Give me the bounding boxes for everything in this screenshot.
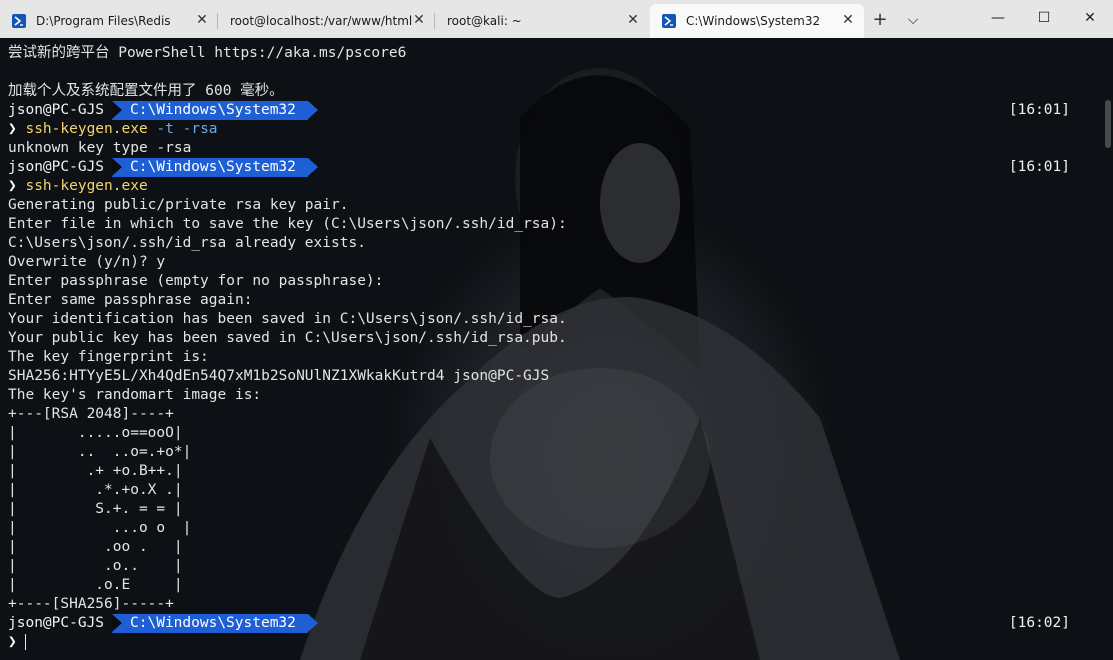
command-name: ssh-keygen.exe	[25, 178, 148, 194]
tab-system32[interactable]: C:\Windows\System32 ✕	[650, 4, 864, 38]
command-line: ❯ ssh-keygen.exe -t -rsa	[8, 120, 1088, 139]
banner-line: 尝试新的跨平台 PowerShell https://aka.ms/pscore…	[8, 45, 407, 61]
randomart-line: | .oo . |	[8, 539, 183, 555]
powershell-icon	[12, 14, 26, 28]
randomart-line: | .....o==ooO|	[8, 425, 183, 441]
output-line: Your public key has been saved in C:\Use…	[8, 330, 567, 346]
output-line: Your identification has been saved in C:…	[8, 311, 567, 327]
output-line: Enter same passphrase again:	[8, 292, 253, 308]
prompt-user: json@PC-GJS	[8, 159, 105, 175]
maximize-button[interactable]: ☐	[1021, 0, 1067, 36]
prompt-line: json@PC-GJS C:\Windows\System32 [16:02]	[8, 614, 1088, 633]
tab-title: root@localhost:/var/www/html	[230, 14, 413, 28]
tab-title: root@kali: ~	[447, 14, 522, 28]
prompt-line: json@PC-GJS C:\Windows\System32 [16:01]	[8, 101, 1088, 120]
prompt-user: json@PC-GJS	[8, 615, 105, 631]
terminal-output: 尝试新的跨平台 PowerShell https://aka.ms/pscore…	[8, 44, 1088, 652]
output-line: The key's randomart image is:	[8, 387, 262, 403]
tab-dropdown-icon[interactable]: ⌵	[899, 6, 927, 34]
randomart-line: | ...o o |	[8, 520, 192, 536]
scrollbar-thumb[interactable]	[1105, 100, 1111, 148]
randomart-line: +---[RSA 2048]----+	[8, 406, 174, 422]
window-close-button[interactable]: ✕	[1067, 0, 1113, 36]
tab-kali[interactable]: root@kali: ~ ✕	[435, 4, 649, 38]
powershell-icon	[662, 14, 676, 28]
tab-redis[interactable]: D:\Program Files\Redis ✕	[0, 4, 218, 38]
output-line: The key fingerprint is:	[8, 349, 209, 365]
title-bar: D:\Program Files\Redis ✕ root@localhost:…	[0, 0, 1113, 39]
randomart-line: | .o.. |	[8, 558, 183, 574]
prompt-user: json@PC-GJS	[8, 102, 105, 118]
command-name: ssh-keygen.exe	[25, 121, 148, 137]
output-line: C:\Users\json/.ssh/id_rsa already exists…	[8, 235, 366, 251]
output-line: Generating public/private rsa key pair.	[8, 197, 349, 213]
close-tab-icon[interactable]: ✕	[840, 12, 856, 28]
command-line: ❯ ssh-keygen.exe	[8, 177, 1088, 196]
fingerprint-line: SHA256:HTYyE5L/Xh4QdEn54Q7xM1b2SoNUlNZ1X…	[8, 368, 550, 384]
profile-load-line: 加载个人及系统配置文件用了 600 毫秒。	[8, 83, 284, 99]
randomart-line: | S.+. = = |	[8, 501, 183, 517]
randomart-line: | .+ +o.B++.|	[8, 463, 183, 479]
randomart-line: | .o.E |	[8, 577, 183, 593]
prompt-path: C:\Windows\System32	[112, 101, 318, 120]
new-tab-button[interactable]: +	[866, 6, 894, 34]
prompt-chevron: ❯	[8, 634, 17, 650]
prompt-chevron: ❯	[8, 178, 17, 194]
prompt-line: json@PC-GJS C:\Windows\System32 [16:01]	[8, 158, 1088, 177]
command-args: -t -rsa	[156, 121, 218, 137]
minimize-button[interactable]: —	[975, 0, 1021, 36]
prompt-chevron: ❯	[8, 121, 17, 137]
close-tab-icon[interactable]: ✕	[194, 12, 210, 28]
output-line: unknown key type -rsa	[8, 140, 192, 156]
output-line: Enter passphrase (empty for no passphras…	[8, 273, 384, 289]
randomart-line: | .. ..o=.+o*|	[8, 444, 192, 460]
prompt-time: [16:01]	[1008, 159, 1070, 175]
tab-title: C:\Windows\System32	[686, 14, 821, 28]
text-cursor	[24, 634, 26, 650]
randomart-line: | .*.+o.X .|	[8, 482, 183, 498]
close-tab-icon[interactable]: ✕	[625, 12, 641, 28]
prompt-time: [16:02]	[1008, 615, 1070, 631]
tab-title: D:\Program Files\Redis	[36, 14, 171, 28]
prompt-time: [16:01]	[1008, 102, 1070, 118]
tab-localhost[interactable]: root@localhost:/var/www/html ✕	[218, 4, 435, 38]
prompt-path: C:\Windows\System32	[112, 158, 318, 177]
prompt-path: C:\Windows\System32	[112, 614, 318, 633]
input-line[interactable]: ❯	[8, 633, 1088, 652]
terminal-pane[interactable]: 尝试新的跨平台 PowerShell https://aka.ms/pscore…	[0, 38, 1113, 660]
randomart-line: +----[SHA256]-----+	[8, 596, 174, 612]
output-line: Enter file in which to save the key (C:\…	[8, 216, 567, 232]
close-tab-icon[interactable]: ✕	[411, 12, 427, 28]
output-line: Overwrite (y/n)? y	[8, 254, 166, 270]
